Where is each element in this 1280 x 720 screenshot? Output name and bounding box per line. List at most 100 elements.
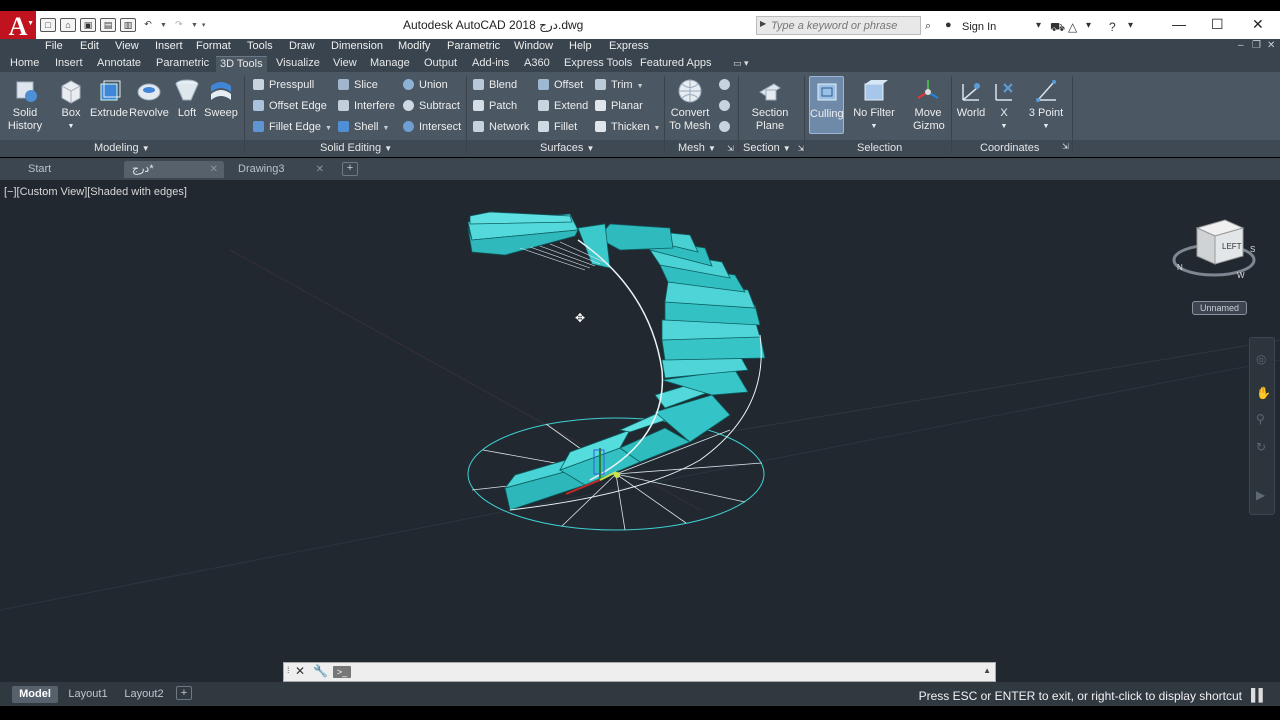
mesh-smooth-icon[interactable]	[719, 78, 735, 92]
wrench-icon[interactable]: 🔧	[313, 664, 328, 678]
tab-visualize[interactable]: Visualize	[276, 57, 320, 69]
network-button[interactable]: Network	[473, 120, 529, 134]
patch-button[interactable]: Patch	[473, 99, 517, 113]
menu-parametric[interactable]: Parametric	[447, 40, 500, 52]
planar-button[interactable]: Planar	[595, 99, 643, 113]
autodesk-app-icon[interactable]: △	[1068, 20, 1077, 34]
layout-tab-layout1[interactable]: Layout1	[62, 686, 114, 703]
undo-dropdown-icon[interactable]: ▼	[160, 22, 167, 29]
new-drawing-tab-button[interactable]: +	[342, 162, 358, 176]
offset-button[interactable]: Offset	[538, 78, 583, 92]
close-icon[interactable]: ✕	[295, 664, 305, 678]
menu-edit[interactable]: Edit	[80, 40, 99, 52]
panel-label-modeling[interactable]: Modeling ▼	[94, 142, 150, 154]
slice-button[interactable]: Slice	[338, 78, 378, 92]
menu-tools[interactable]: Tools	[247, 40, 273, 52]
doc-tab-start[interactable]: Start	[20, 161, 120, 178]
section-plane-button[interactable]: Section Plane	[746, 78, 794, 133]
panel-label-coordinates[interactable]: Coordinates	[980, 142, 1039, 154]
tab-featured-apps[interactable]: Featured Apps	[640, 57, 712, 69]
extend-button[interactable]: Extend	[538, 99, 588, 113]
viewcube[interactable]: LEFT N W S	[1172, 219, 1256, 280]
doc-tab-drawing3[interactable]: Drawing3 ✕	[230, 161, 330, 178]
tab-view[interactable]: View	[333, 57, 357, 69]
new-icon[interactable]: □	[40, 18, 56, 32]
menu-help[interactable]: Help	[569, 40, 592, 52]
tab-home[interactable]: Home	[10, 57, 39, 69]
revolve-button[interactable]: Revolve	[129, 78, 169, 120]
cart-icon[interactable]: ⛟	[1050, 20, 1065, 36]
command-line[interactable]: ⁞ ✕ 🔧 >_ ▲	[283, 662, 996, 682]
subtract-button[interactable]: Subtract	[403, 99, 460, 113]
tab-a360[interactable]: A360	[524, 57, 550, 69]
application-menu-button[interactable]: A ▼	[0, 11, 36, 42]
tab-annotate[interactable]: Annotate	[97, 57, 141, 69]
tab-parametric[interactable]: Parametric	[156, 57, 209, 69]
move-gizmo-button[interactable]: Move Gizmo	[908, 78, 948, 133]
close-icon[interactable]: ✕	[210, 161, 218, 178]
tab-add-ins[interactable]: Add-ins	[472, 57, 509, 69]
layout-tab-model[interactable]: Model	[12, 686, 58, 703]
save-icon[interactable]: ▣	[80, 18, 96, 32]
mesh-crease-icon[interactable]	[719, 120, 735, 134]
loft-button[interactable]: Loft	[173, 78, 201, 120]
menu-insert[interactable]: Insert	[155, 40, 183, 52]
doc-tab-active[interactable]: درج* ✕	[124, 161, 224, 178]
solid-history-button[interactable]: Solid History	[6, 78, 44, 133]
thicken-button[interactable]: Thicken ▼	[595, 120, 660, 134]
orbit-icon[interactable]: ↻	[1256, 440, 1266, 454]
extrude-button[interactable]: Extrude	[90, 78, 128, 120]
trim-button[interactable]: Trim ▼	[595, 78, 644, 92]
tab-insert[interactable]: Insert	[55, 57, 83, 69]
minimize-icon[interactable]: —	[1172, 16, 1186, 32]
tab-manage[interactable]: Manage	[370, 57, 410, 69]
fillet-button[interactable]: Fillet	[538, 120, 577, 134]
culling-button[interactable]: Culling	[809, 76, 844, 134]
search-input[interactable]: ▶ Type a keyword or phrase	[756, 16, 921, 35]
chevron-down-icon[interactable]: ▾	[1086, 20, 1091, 31]
shell-button[interactable]: Shell ▼	[338, 120, 389, 134]
box-button[interactable]: Box ▼	[56, 78, 86, 133]
fillet-edge-button[interactable]: Fillet Edge ▼	[253, 120, 332, 134]
panel-label-section[interactable]: Section ▼ ⇲	[743, 142, 804, 154]
saveas-icon[interactable]: ▤	[100, 18, 116, 32]
open-icon[interactable]: ⌂	[60, 18, 76, 32]
showmotion-icon[interactable]: ▶	[1256, 488, 1265, 502]
zoom-icon[interactable]: ⚲	[1256, 412, 1265, 426]
offset-edge-button[interactable]: Offset Edge	[253, 99, 327, 113]
sign-in-link[interactable]: Sign In	[962, 21, 996, 33]
union-button[interactable]: Union	[403, 78, 448, 92]
grip-icon[interactable]: ⁞	[287, 665, 290, 675]
ucs-x-button[interactable]: X ▼	[990, 78, 1018, 133]
doc-restore-icon[interactable]: ❐	[1252, 40, 1261, 51]
new-layout-button[interactable]: +	[176, 686, 192, 700]
panel-label-surfaces[interactable]: Surfaces ▼	[540, 142, 594, 154]
dialog-launcher-icon[interactable]: ⇲	[727, 144, 734, 153]
menu-file[interactable]: File	[45, 40, 63, 52]
chevron-up-icon[interactable]: ▲	[983, 666, 991, 675]
menu-modify[interactable]: Modify	[398, 40, 430, 52]
menu-dimension[interactable]: Dimension	[331, 40, 383, 52]
command-prompt-icon[interactable]: >_	[333, 666, 351, 678]
help-icon[interactable]: ?	[1109, 20, 1116, 34]
tab-output[interactable]: Output	[424, 57, 457, 69]
redo-icon[interactable]: ↷	[171, 18, 187, 32]
intersect-button[interactable]: Intersect	[403, 120, 461, 134]
ribbon-minimize-icon[interactable]: ▭ ▾	[733, 58, 749, 69]
tab-3d-tools[interactable]: 3D Tools	[216, 56, 267, 72]
menu-view[interactable]: View	[115, 40, 139, 52]
menu-express[interactable]: Express	[609, 40, 649, 52]
pause-icon[interactable]: ▌▌	[1251, 688, 1267, 702]
maximize-icon[interactable]: ☐	[1211, 16, 1224, 33]
customize-qat-icon[interactable]: ▾	[202, 21, 206, 29]
chevron-down-icon[interactable]: ▾	[1036, 20, 1041, 31]
sweep-button[interactable]: Sweep	[204, 78, 238, 120]
menu-window[interactable]: Window	[514, 40, 553, 52]
no-filter-button[interactable]: No Filter ▼	[852, 78, 896, 133]
pan-icon[interactable]: ✋	[1256, 386, 1271, 400]
menu-format[interactable]: Format	[196, 40, 231, 52]
layout-tab-layout2[interactable]: Layout2	[118, 686, 170, 703]
close-icon[interactable]: ✕	[316, 161, 324, 178]
panel-label-solid-editing[interactable]: Solid Editing ▼	[320, 142, 392, 154]
tab-express-tools[interactable]: Express Tools	[564, 57, 632, 69]
